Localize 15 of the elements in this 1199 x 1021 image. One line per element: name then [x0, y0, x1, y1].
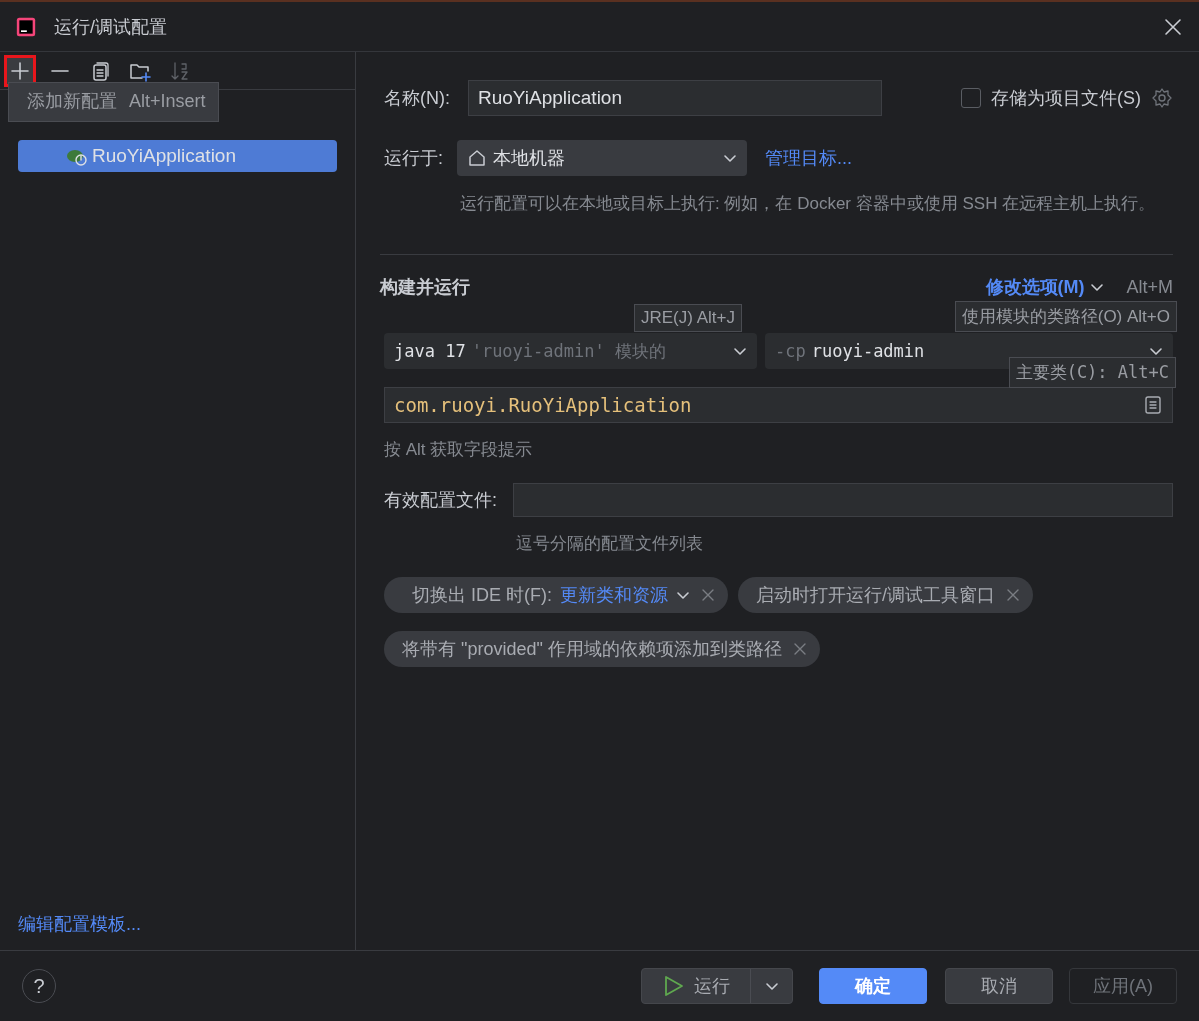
shortcut-tooltip: JRE(J) Alt+J — [634, 304, 742, 332]
window-title: 运行/调试配置 — [54, 15, 168, 39]
tooltip-text: 添加新配置 — [27, 91, 117, 111]
profiles-hint: 逗号分隔的配置文件列表 — [516, 533, 704, 555]
shortcut-text: Alt+Insert — [129, 91, 206, 111]
run-on-label: 运行于: — [384, 147, 443, 170]
shortcut-tooltip: 使用模块的类路径(O) Alt+O — [954, 301, 1177, 332]
name-label: 名称(N): — [384, 87, 450, 110]
checkbox-label: 存储为项目文件(S) — [991, 87, 1141, 110]
run-target-hint: 运行配置可以在本地或目标上执行: 例如，在 Docker 容器中或使用 SSH 在远程主机上执行。 — [460, 193, 1157, 215]
shortcut-tooltip: 主要类(C): Alt+C — [1008, 357, 1176, 388]
profiles-label: 有效配置文件: — [384, 489, 497, 512]
section-title: 构建并运行 — [380, 276, 470, 299]
config-label: RuoYiApplication — [92, 145, 236, 167]
alt-hint: 按 Alt 获取字段提示 — [384, 439, 534, 461]
